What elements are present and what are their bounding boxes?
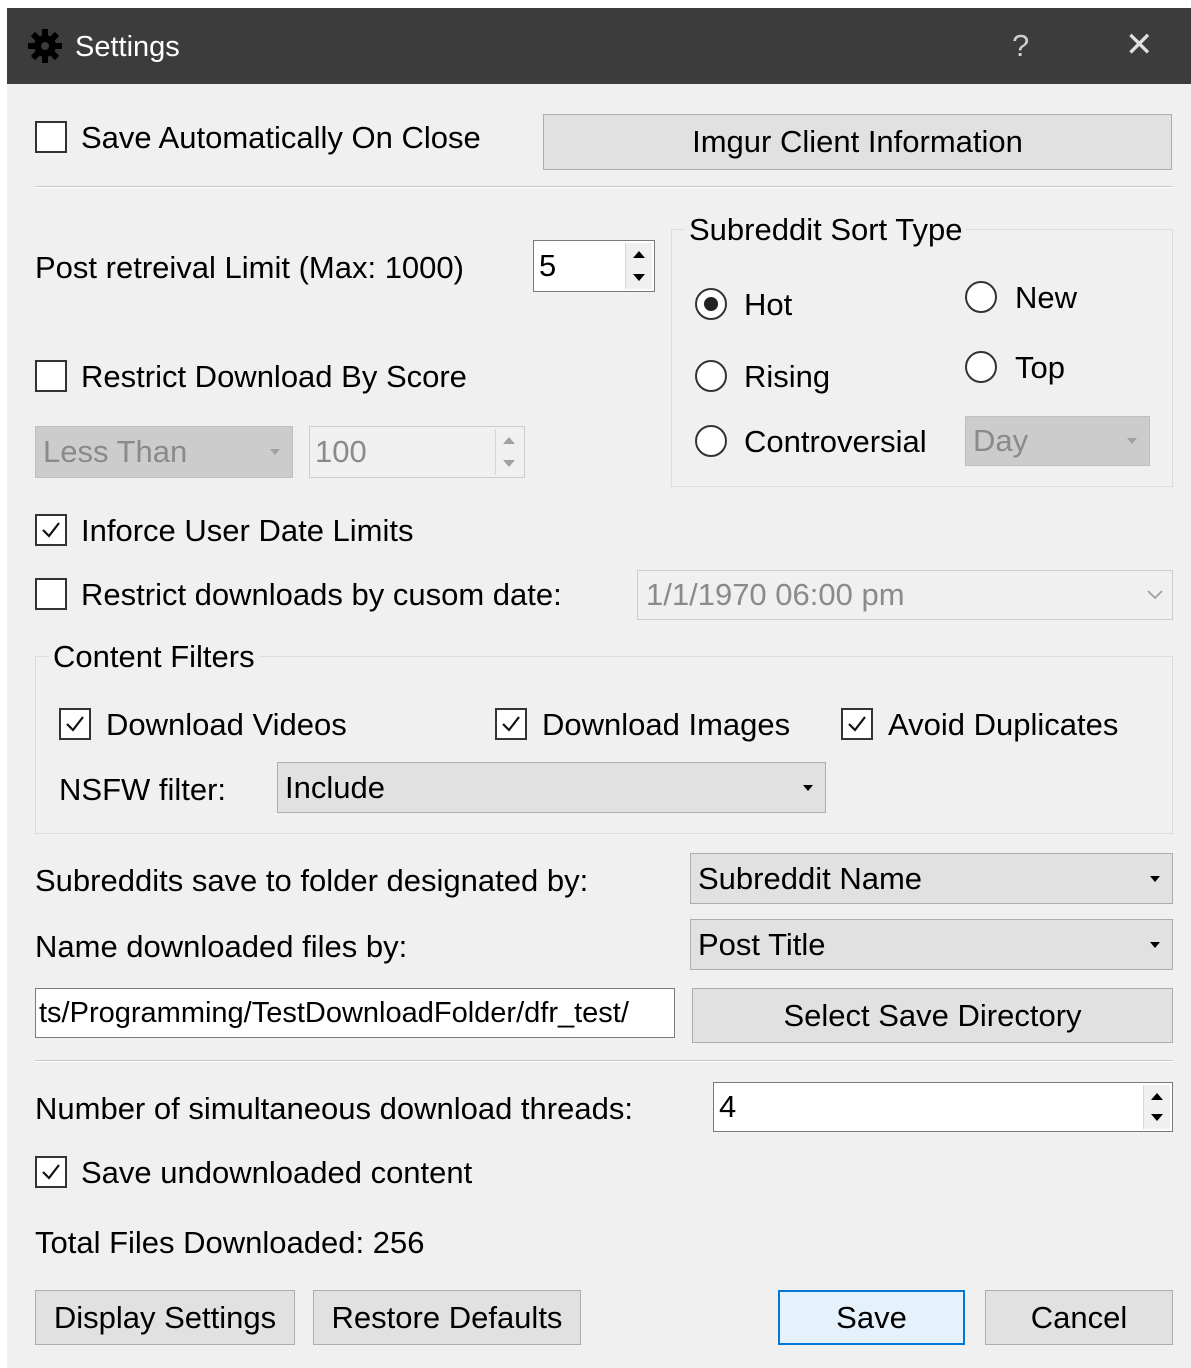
download-images-label: Download Images xyxy=(542,707,791,742)
avoid-duplicates-checkbox[interactable] xyxy=(841,708,873,740)
folder-by-dropdown[interactable]: Subreddit Name xyxy=(690,853,1173,904)
save-undownloaded-label: Save undownloaded content xyxy=(81,1155,473,1190)
content-filters-title: Content Filters xyxy=(49,641,259,672)
close-button[interactable]: ✕ xyxy=(1125,28,1154,62)
checkmark-icon xyxy=(42,1164,60,1180)
total-files-label: Total Files Downloaded: 256 xyxy=(35,1225,425,1260)
threads-label: Number of simultaneous download threads: xyxy=(35,1091,633,1126)
sort-controversial-radio[interactable] xyxy=(695,425,727,457)
custom-date-label: Restrict downloads by cusom date: xyxy=(81,577,562,612)
sort-period-dropdown[interactable]: Day xyxy=(965,416,1150,466)
help-button[interactable]: ? xyxy=(1012,30,1029,61)
chevron-down-icon xyxy=(270,449,280,455)
nsfw-filter-dropdown[interactable]: Include xyxy=(277,762,826,813)
save-on-close-checkbox[interactable] xyxy=(35,121,67,153)
chevron-down-icon xyxy=(1150,941,1160,948)
custom-date-value: 1/1/1970 06:00 pm xyxy=(646,577,905,612)
sort-new-label: New xyxy=(1015,280,1078,315)
score-value-spinbox[interactable]: 100 xyxy=(309,426,525,478)
nsfw-filter-value: Include xyxy=(285,769,385,805)
spinner-arrows-icon[interactable] xyxy=(1143,1085,1170,1129)
folder-by-value: Subreddit Name xyxy=(698,860,923,896)
gear-icon xyxy=(28,29,62,63)
separator xyxy=(35,1060,1173,1062)
title-bar: Settings ? ✕ xyxy=(7,8,1191,84)
imgur-client-info-button[interactable]: Imgur Client Information xyxy=(543,114,1172,170)
cancel-button[interactable]: Cancel xyxy=(985,1290,1173,1345)
download-images-checkbox[interactable] xyxy=(495,708,527,740)
sort-top-label: Top xyxy=(1015,350,1065,385)
sort-type-title: Subreddit Sort Type xyxy=(685,214,967,245)
sort-hot-radio[interactable] xyxy=(695,288,727,320)
select-save-directory-button[interactable]: Select Save Directory xyxy=(692,988,1173,1043)
custom-date-checkbox[interactable] xyxy=(35,578,67,610)
save-directory-path: ts/Programming/TestDownloadFolder/dfr_te… xyxy=(39,996,629,1029)
download-videos-label: Download Videos xyxy=(106,707,347,742)
sort-top-radio[interactable] xyxy=(965,351,997,383)
restrict-score-label: Restrict Download By Score xyxy=(81,359,467,394)
chevron-down-icon xyxy=(803,784,813,791)
score-operator-value: Less Than xyxy=(43,434,188,469)
avoid-duplicates-label: Avoid Duplicates xyxy=(888,707,1119,742)
restrict-score-checkbox[interactable] xyxy=(35,360,67,392)
nsfw-filter-label: NSFW filter: xyxy=(59,772,227,807)
user-date-limits-checkbox[interactable] xyxy=(35,514,67,546)
chevron-down-icon xyxy=(1150,875,1160,882)
restore-defaults-button[interactable]: Restore Defaults xyxy=(313,1290,581,1345)
save-undownloaded-checkbox[interactable] xyxy=(35,1156,67,1188)
sort-hot-label: Hot xyxy=(744,287,793,322)
post-limit-label: Post retreival Limit (Max: 1000) xyxy=(35,250,464,285)
folder-by-label: Subreddits save to folder designated by: xyxy=(35,863,589,898)
post-limit-spinbox[interactable]: 5 xyxy=(533,240,655,292)
checkmark-icon xyxy=(502,716,520,732)
score-value: 100 xyxy=(315,434,367,469)
custom-date-picker[interactable]: 1/1/1970 06:00 pm xyxy=(637,570,1173,620)
name-by-value: Post Title xyxy=(698,926,826,962)
sort-period-value: Day xyxy=(973,423,1029,458)
threads-spinbox[interactable]: 4 xyxy=(713,1082,1173,1132)
sort-rising-radio[interactable] xyxy=(695,360,727,392)
chevron-down-icon xyxy=(1147,590,1163,600)
name-by-label: Name downloaded files by: xyxy=(35,929,408,964)
sort-new-radio[interactable] xyxy=(965,281,997,313)
name-by-dropdown[interactable]: Post Title xyxy=(690,919,1173,970)
save-directory-input[interactable]: ts/Programming/TestDownloadFolder/dfr_te… xyxy=(35,988,675,1038)
sort-rising-label: Rising xyxy=(744,359,831,394)
user-date-limits-label: Inforce User Date Limits xyxy=(81,513,414,548)
sort-controversial-label: Controversial xyxy=(744,424,927,459)
checkmark-icon xyxy=(42,522,60,538)
display-settings-button[interactable]: Display Settings xyxy=(35,1290,295,1345)
settings-dialog: Settings ? ✕ Save Automatically On Close… xyxy=(7,8,1191,1368)
spinner-arrows-icon[interactable] xyxy=(495,429,522,475)
score-operator-dropdown[interactable]: Less Than xyxy=(35,426,293,478)
post-limit-value: 5 xyxy=(539,248,557,283)
save-button[interactable]: Save xyxy=(778,1290,965,1345)
spinner-arrows-icon[interactable] xyxy=(625,243,652,289)
separator xyxy=(35,186,1173,188)
checkmark-icon xyxy=(66,716,84,732)
chevron-down-icon xyxy=(1127,438,1137,444)
threads-value: 4 xyxy=(719,1089,737,1124)
window-title: Settings xyxy=(75,31,180,63)
checkmark-icon xyxy=(848,716,866,732)
download-videos-checkbox[interactable] xyxy=(59,708,91,740)
save-on-close-label: Save Automatically On Close xyxy=(81,120,481,155)
